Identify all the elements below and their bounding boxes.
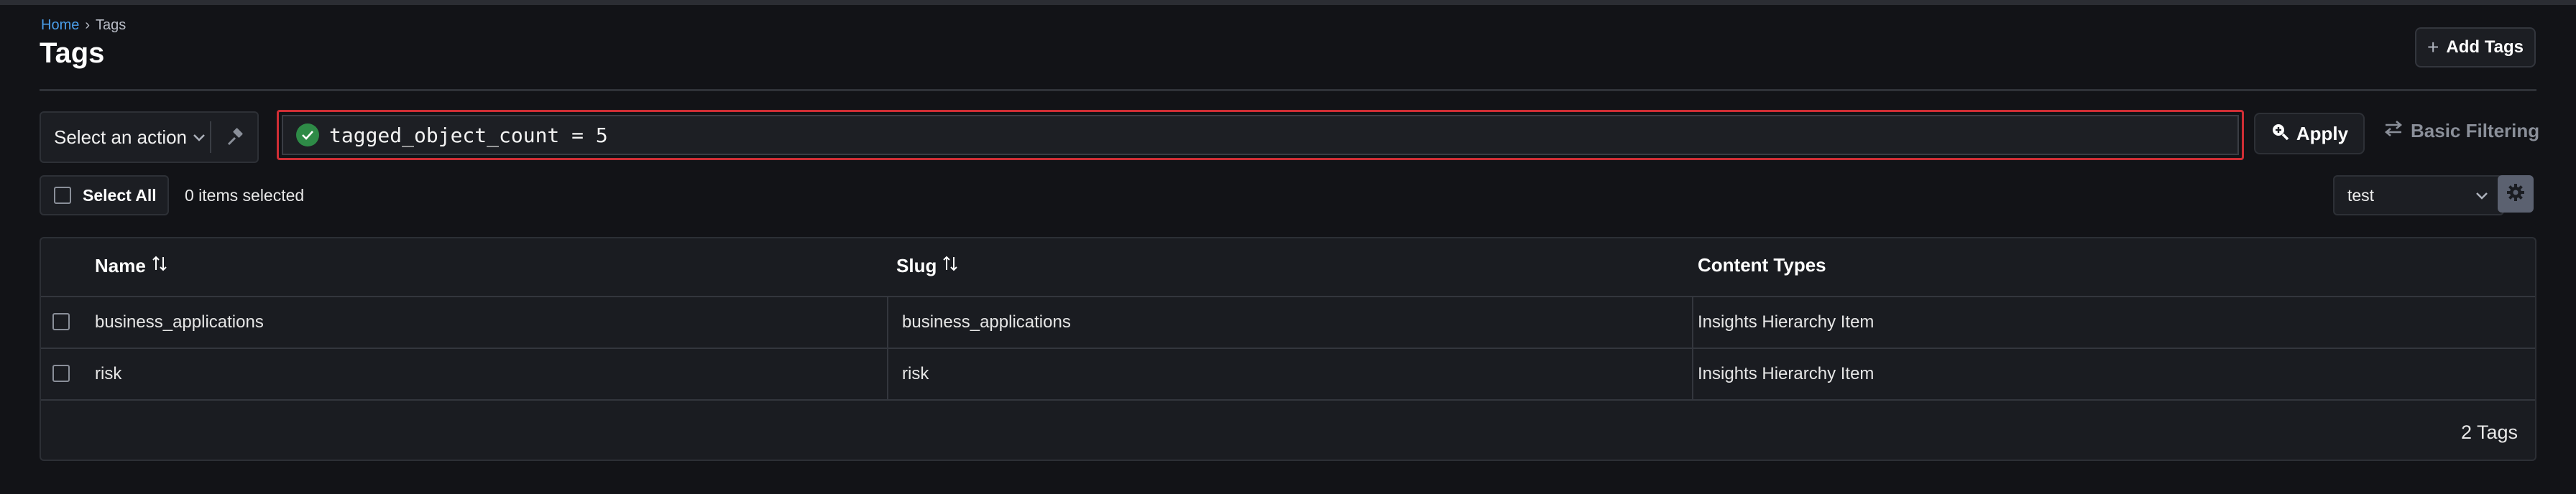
view-select-value: test	[2347, 185, 2375, 205]
table-row: risk risk Insights Hierarchy Item	[41, 349, 2535, 401]
tag-content-types: Insights Hierarchy Item	[1698, 364, 1874, 383]
tag-slug: risk	[902, 364, 929, 383]
chevron-down-icon	[188, 128, 210, 146]
add-tags-label: Add Tags	[2446, 37, 2524, 57]
action-select[interactable]: Select an action	[40, 111, 259, 163]
search-plus-icon	[2271, 122, 2289, 146]
filter-query-text[interactable]: tagged_object_count = 5	[329, 124, 608, 147]
title-divider	[40, 89, 2536, 91]
apply-button[interactable]: Apply	[2254, 113, 2365, 154]
basic-filtering-button[interactable]: Basic Filtering	[2383, 119, 2539, 143]
column-divider	[1692, 297, 1693, 348]
column-label: Slug	[896, 255, 937, 276]
settings-button[interactable]	[2498, 175, 2534, 213]
row-checkbox[interactable]	[52, 365, 70, 382]
select-all-checkbox[interactable]: Select All	[40, 175, 169, 215]
tag-slug: business_applications	[902, 312, 1071, 332]
selection-count: 0 items selected	[185, 186, 305, 205]
filter-query-box[interactable]: tagged_object_count = 5	[277, 110, 2244, 160]
view-select[interactable]: test	[2333, 175, 2504, 215]
column-label: Name	[95, 255, 146, 276]
select-all-label: Select All	[83, 185, 157, 205]
tag-content-types: Insights Hierarchy Item	[1698, 312, 1874, 332]
top-border	[0, 0, 2576, 5]
apply-label: Apply	[2296, 122, 2349, 144]
table-footer-count: 2 Tags	[2460, 421, 2518, 443]
sort-arrows-icon[interactable]	[150, 254, 169, 278]
chevron-right-icon: ›	[85, 17, 91, 33]
gear-icon	[2506, 183, 2525, 205]
breadcrumb-home-link[interactable]: Home	[41, 17, 79, 34]
plus-icon: +	[2427, 36, 2439, 58]
table-header: Name Slug Content Types	[41, 238, 2535, 297]
sort-arrows-icon[interactable]	[941, 254, 960, 278]
column-divider	[887, 349, 888, 399]
column-header-name[interactable]: Name	[95, 254, 169, 278]
checkbox[interactable]	[54, 187, 71, 204]
swap-arrows-icon	[2383, 119, 2404, 143]
column-divider	[1692, 349, 1693, 399]
column-header-slug[interactable]: Slug	[896, 254, 960, 278]
page-title: Tags	[40, 37, 105, 69]
breadcrumb: Home › Tags	[41, 17, 126, 34]
basic-filtering-label: Basic Filtering	[2411, 120, 2540, 141]
chevron-down-icon	[2475, 186, 2488, 205]
hammer-icon[interactable]	[211, 113, 257, 162]
check-circle-icon	[296, 124, 319, 146]
table-row: business_applications business_applicati…	[41, 297, 2535, 349]
breadcrumb-current: Tags	[96, 17, 126, 33]
filter-query-input[interactable]: tagged_object_count = 5	[282, 115, 2239, 155]
tags-table: Name Slug Content Types business_applica…	[40, 237, 2536, 461]
action-select-label: Select an action	[54, 126, 188, 148]
tag-name-link[interactable]: risk	[95, 349, 121, 399]
column-label: Content Types	[1698, 254, 1826, 276]
column-header-content-types: Content Types	[1698, 254, 1826, 276]
add-tags-button[interactable]: + Add Tags	[2415, 27, 2536, 67]
column-divider	[887, 297, 888, 348]
row-checkbox[interactable]	[52, 313, 70, 330]
tag-name-link[interactable]: business_applications	[95, 297, 264, 348]
